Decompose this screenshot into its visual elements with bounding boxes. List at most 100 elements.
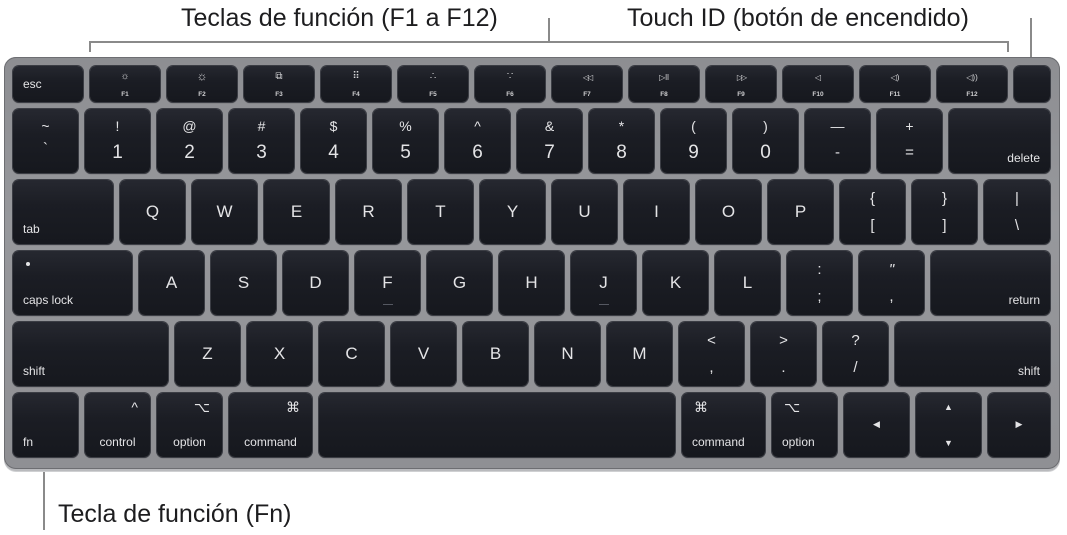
key-fn[interactable]: fn bbox=[13, 393, 78, 457]
key-char: , bbox=[709, 359, 714, 376]
key-right-bracket[interactable]: } ] bbox=[912, 180, 977, 244]
key-b[interactable]: B bbox=[463, 322, 528, 386]
key-arrow-right[interactable]: ▶ bbox=[988, 393, 1050, 457]
key-char: 3 bbox=[256, 142, 267, 163]
key-r[interactable]: R bbox=[336, 180, 401, 244]
function-keys-callout: Teclas de función (F1 a F12) bbox=[181, 4, 498, 32]
key-backtick[interactable]: ~ ` bbox=[13, 109, 78, 173]
key-o[interactable]: O bbox=[696, 180, 761, 244]
key-l[interactable]: L bbox=[715, 251, 780, 315]
key-command-right[interactable]: ⌘ command bbox=[682, 393, 765, 457]
key-minus[interactable]: — - bbox=[805, 109, 870, 173]
key-tab[interactable]: tab bbox=[13, 180, 113, 244]
key-f7[interactable]: ◁◁ F7 bbox=[552, 66, 622, 102]
key-f4[interactable]: ⠿ F4 bbox=[321, 66, 391, 102]
key-f6[interactable]: ∵ F6 bbox=[475, 66, 545, 102]
key-8[interactable]: * 8 bbox=[589, 109, 654, 173]
key-9[interactable]: ( 9 bbox=[661, 109, 726, 173]
key-f2[interactable]: ☼ F2 bbox=[167, 66, 237, 102]
key-control[interactable]: ^ control bbox=[85, 393, 150, 457]
key-label: caps lock bbox=[23, 293, 74, 307]
key-f1[interactable]: ☼ F1 bbox=[90, 66, 160, 102]
key-u[interactable]: U bbox=[552, 180, 617, 244]
key-label: F5 bbox=[429, 91, 437, 98]
key-option-right[interactable]: ⌥ option bbox=[772, 393, 837, 457]
key-e[interactable]: E bbox=[264, 180, 329, 244]
key-char: U bbox=[578, 202, 591, 221]
rewind-icon: ◁◁ bbox=[582, 73, 593, 82]
key-0[interactable]: ) 0 bbox=[733, 109, 798, 173]
key-f9[interactable]: ▷▷ F9 bbox=[706, 66, 776, 102]
key-g[interactable]: G bbox=[427, 251, 492, 315]
key-char: W bbox=[216, 202, 233, 221]
key-p[interactable]: P bbox=[768, 180, 833, 244]
key-esc[interactable]: esc bbox=[13, 66, 83, 102]
key-t[interactable]: T bbox=[408, 180, 473, 244]
command-symbol-icon: ⌘ bbox=[694, 399, 708, 415]
key-char: 7 bbox=[544, 142, 555, 163]
key-i[interactable]: I bbox=[624, 180, 689, 244]
key-f3[interactable]: ⧉ F3 bbox=[244, 66, 314, 102]
key-y[interactable]: Y bbox=[480, 180, 545, 244]
key-backslash[interactable]: | \ bbox=[984, 180, 1050, 244]
key-f[interactable]: F bbox=[355, 251, 420, 315]
key-7[interactable]: & 7 bbox=[517, 109, 582, 173]
key-right-shift[interactable]: shift bbox=[895, 322, 1050, 386]
key-label: F1 bbox=[121, 91, 129, 98]
key-label: fn bbox=[23, 435, 34, 449]
key-h[interactable]: H bbox=[499, 251, 564, 315]
key-arrow-up-down[interactable]: ▲ ▼ bbox=[916, 393, 981, 457]
key-2[interactable]: @ 2 bbox=[157, 109, 222, 173]
key-c[interactable]: C bbox=[319, 322, 384, 386]
key-shift-char: % bbox=[399, 118, 412, 134]
key-touch-id[interactable] bbox=[1014, 66, 1050, 102]
key-a[interactable]: A bbox=[139, 251, 204, 315]
brightness-up-icon: ☼ bbox=[196, 69, 208, 83]
key-f5[interactable]: ∴ F5 bbox=[398, 66, 468, 102]
key-3[interactable]: # 3 bbox=[229, 109, 294, 173]
key-equals[interactable]: + = bbox=[877, 109, 942, 173]
key-option-left[interactable]: ⌥ option bbox=[157, 393, 222, 457]
key-z[interactable]: Z bbox=[175, 322, 240, 386]
key-j[interactable]: J bbox=[571, 251, 636, 315]
key-label: F2 bbox=[198, 91, 206, 98]
key-slash[interactable]: ? / bbox=[823, 322, 888, 386]
key-x[interactable]: X bbox=[247, 322, 312, 386]
key-arrow-left[interactable]: ◀ bbox=[844, 393, 909, 457]
key-5[interactable]: % 5 bbox=[373, 109, 438, 173]
key-label: command bbox=[692, 435, 745, 449]
keyboard-backlight-down-icon: ∴ bbox=[429, 71, 437, 82]
key-char: \ bbox=[1014, 217, 1020, 234]
key-v[interactable]: V bbox=[391, 322, 456, 386]
key-6[interactable]: ^ 6 bbox=[445, 109, 510, 173]
key-f10[interactable]: ◁ F10 bbox=[783, 66, 853, 102]
key-comma[interactable]: < , bbox=[679, 322, 744, 386]
key-f11[interactable]: ◁) F11 bbox=[860, 66, 930, 102]
key-s[interactable]: S bbox=[211, 251, 276, 315]
key-space[interactable] bbox=[319, 393, 675, 457]
key-m[interactable]: M bbox=[607, 322, 672, 386]
key-d[interactable]: D bbox=[283, 251, 348, 315]
fn-key-callout: Tecla de función (Fn) bbox=[58, 500, 292, 528]
key-period[interactable]: > . bbox=[751, 322, 816, 386]
key-delete[interactable]: delete bbox=[949, 109, 1050, 173]
key-w[interactable]: W bbox=[192, 180, 257, 244]
key-f8[interactable]: ▷ll F8 bbox=[629, 66, 699, 102]
key-left-bracket[interactable]: { [ bbox=[840, 180, 905, 244]
key-1[interactable]: ! 1 bbox=[85, 109, 150, 173]
key-f12[interactable]: ◁)) F12 bbox=[937, 66, 1007, 102]
key-left-shift[interactable]: shift bbox=[13, 322, 168, 386]
key-char: 8 bbox=[616, 142, 627, 163]
key-4[interactable]: $ 4 bbox=[301, 109, 366, 173]
key-caps-lock[interactable]: caps lock bbox=[13, 251, 132, 315]
key-semicolon[interactable]: : ; bbox=[787, 251, 852, 315]
key-quote[interactable]: " , bbox=[859, 251, 924, 315]
key-n[interactable]: N bbox=[535, 322, 600, 386]
key-command-left[interactable]: ⌘ command bbox=[229, 393, 312, 457]
key-k[interactable]: K bbox=[643, 251, 708, 315]
key-q[interactable]: Q bbox=[120, 180, 185, 244]
touch-id-callout: Touch ID (botón de encendido) bbox=[627, 4, 969, 32]
key-char: 5 bbox=[400, 142, 411, 163]
key-return[interactable]: return bbox=[931, 251, 1050, 315]
key-label: F11 bbox=[889, 91, 901, 98]
